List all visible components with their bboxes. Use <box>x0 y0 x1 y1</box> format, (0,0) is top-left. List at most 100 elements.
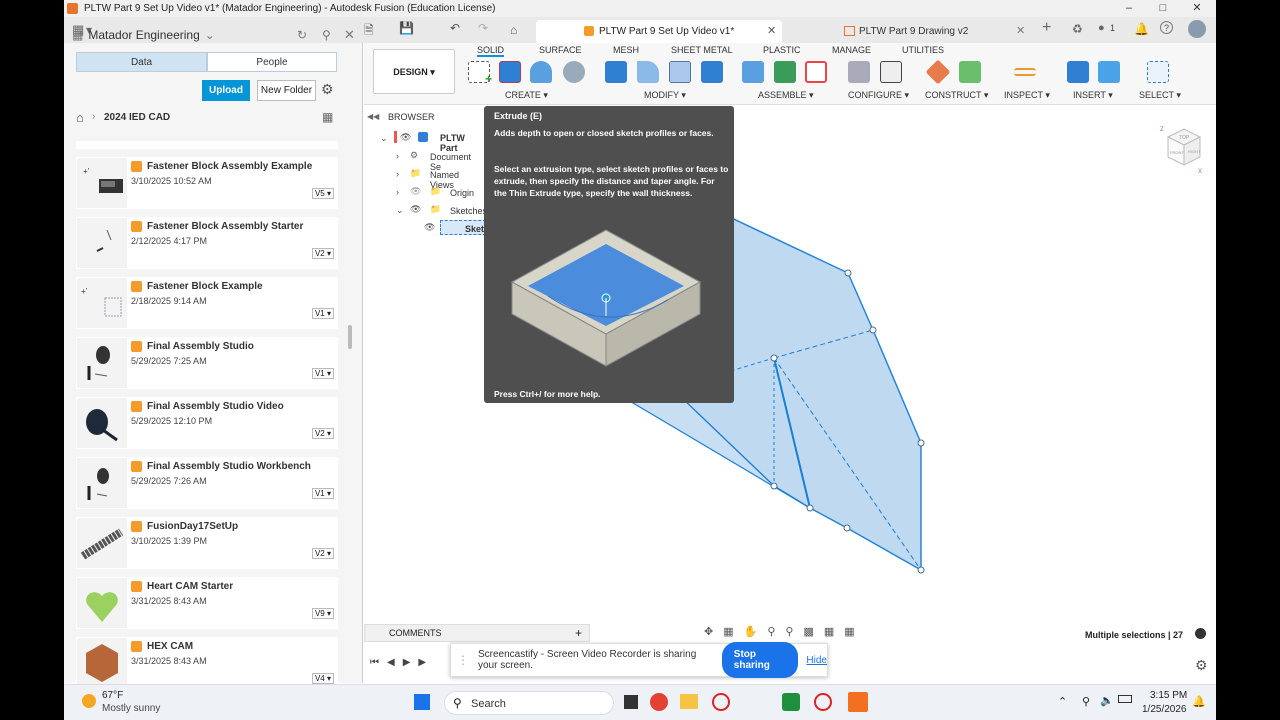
chamfer-icon[interactable] <box>669 61 691 83</box>
view-cube-icon[interactable]: TOP FRONT RIGHT Z X <box>1160 125 1204 175</box>
network-icon[interactable]: ▦ <box>322 110 333 124</box>
redo-icon[interactable]: ↷ <box>478 21 488 35</box>
extrude-icon[interactable] <box>499 61 521 83</box>
taskbar-search[interactable]: ⚲ Search <box>444 691 614 715</box>
feedback-icon[interactable] <box>1195 628 1206 639</box>
search-icon[interactable]: ⚲ <box>322 28 331 42</box>
timeline-play-icon[interactable]: ▶ <box>403 657 411 673</box>
zoom-window-icon[interactable]: ⚲ <box>785 625 793 641</box>
version-badge[interactable]: V2 ▾ <box>311 548 334 559</box>
as-built-joint-icon[interactable] <box>805 61 827 83</box>
windows-start-icon[interactable] <box>414 694 430 710</box>
configure-menu[interactable]: CONFIGURE ▾ <box>848 90 909 101</box>
home-icon[interactable]: ⌂ <box>510 23 517 37</box>
task-view-icon[interactable] <box>624 695 638 709</box>
tab-people[interactable]: People <box>207 52 337 72</box>
team-selector[interactable]: ▦ Matador Engineering ⌄ ↻ ⚲ ✕ <box>72 26 357 43</box>
undo-icon[interactable]: ↶ <box>450 21 460 35</box>
eye-icon[interactable]: 👁 <box>410 204 421 215</box>
browser-item-sketches[interactable]: Sketches <box>450 206 487 216</box>
list-item[interactable]: Heart CAM Starter 3/31/2025 8:43 AM V9 ▾ <box>76 577 338 629</box>
tab-utilities[interactable]: UTILITIES <box>902 45 944 55</box>
tab-mesh[interactable]: MESH <box>613 45 639 55</box>
measure-icon[interactable] <box>1014 68 1036 76</box>
fusion-taskbar-icon[interactable] <box>848 692 868 712</box>
zoom-icon[interactable]: ⚲ <box>767 625 775 641</box>
select-menu[interactable]: SELECT ▾ <box>1139 90 1181 101</box>
tray-chevron-icon[interactable]: ⌃ <box>1058 695 1067 708</box>
eye-icon[interactable]: 👁 <box>400 132 411 143</box>
grid-icon[interactable]: ▦ <box>824 625 834 641</box>
list-item[interactable]: Fastener Block Assembly Starter 2/12/2025… <box>76 217 338 269</box>
version-badge[interactable]: V1 ▾ <box>311 308 334 319</box>
fillet-icon[interactable] <box>637 61 659 83</box>
maximize-button[interactable]: □ <box>1146 0 1180 17</box>
joint-icon[interactable] <box>774 61 796 83</box>
timeline-settings-gear-icon[interactable]: ⚙ <box>1195 657 1208 674</box>
stop-sharing-button[interactable]: Stop sharing <box>721 642 799 678</box>
chrome-icon[interactable] <box>650 693 668 711</box>
weather-temp[interactable]: 67°F <box>102 690 123 701</box>
workspace-switcher[interactable]: DESIGN ▾ <box>373 49 455 94</box>
browser-item-origin[interactable]: Origin <box>450 188 474 198</box>
refresh-icon[interactable]: ↻ <box>297 28 307 42</box>
version-badge[interactable]: V2 ▾ <box>311 428 334 439</box>
timeline-back-icon[interactable]: ◀ <box>387 657 395 673</box>
list-item-partial[interactable] <box>76 141 338 149</box>
icnc2-icon[interactable] <box>814 693 832 711</box>
settings-gear-icon[interactable]: ⚙ <box>321 81 334 98</box>
midplane-icon[interactable] <box>959 61 981 83</box>
list-item[interactable]: FusionDay17SetUp 3/10/2025 1:39 PM V2 ▾ <box>76 517 338 569</box>
hole-icon[interactable] <box>563 61 585 83</box>
eye-icon[interactable]: 👁 <box>424 222 435 233</box>
revolve-icon[interactable] <box>530 61 552 83</box>
modify-menu[interactable]: MODIFY ▾ <box>644 90 686 101</box>
wifi-icon[interactable]: ⚲ <box>1082 695 1090 708</box>
new-folder-button[interactable]: New Folder <box>257 80 316 101</box>
inspect-menu[interactable]: INSPECT ▾ <box>1004 90 1050 101</box>
create-menu[interactable]: CREATE ▾ <box>505 90 548 101</box>
offset-plane-icon[interactable] <box>925 59 951 85</box>
construct-menu[interactable]: CONSTRUCT ▾ <box>925 90 988 101</box>
hide-link[interactable]: Hide <box>806 655 827 666</box>
view-cube[interactable]: TOP FRONT RIGHT Z X <box>1160 125 1202 175</box>
assemble-menu[interactable]: ASSEMBLE ▾ <box>758 90 814 101</box>
list-item[interactable]: Final Assembly Studio 5/29/2025 7:25 AM V1… <box>76 337 338 389</box>
shell-icon[interactable] <box>701 61 723 83</box>
chevron-right-icon[interactable]: › <box>396 187 399 197</box>
volume-icon[interactable]: 🔈 <box>1100 694 1114 707</box>
collapse-icon[interactable]: ◀◀ <box>367 112 379 121</box>
extensions-icon[interactable]: ♻ <box>1072 22 1083 36</box>
browser-item-document-settings[interactable]: Document Se <box>430 152 484 172</box>
clock-time[interactable]: 3:15 PM <box>1150 690 1187 701</box>
chevron-down-icon[interactable]: ⌄ <box>396 205 404 216</box>
chevron-down-icon[interactable]: ⌄ <box>380 133 388 144</box>
tab-plastic[interactable]: PLASTIC <box>763 45 801 55</box>
file-menu-icon[interactable]: 🗎 <box>364 21 374 42</box>
file-explorer-icon[interactable] <box>680 694 698 709</box>
new-component-icon[interactable] <box>742 61 764 83</box>
list-item[interactable]: Final Assembly Studio Video 5/29/2025 12:… <box>76 397 338 449</box>
home-icon[interactable]: ⌂ <box>76 110 84 125</box>
browser-root[interactable]: PLTW Part <box>440 133 484 153</box>
version-badge[interactable]: V5 ▾ <box>311 188 334 199</box>
tab-solid[interactable]: SOLID <box>477 45 505 57</box>
list-item[interactable]: +’ Fastener Block Example 2/18/2025 9:14 A… <box>76 277 338 329</box>
icnc-icon[interactable] <box>712 693 730 711</box>
new-tab-icon[interactable]: + <box>1042 19 1051 37</box>
user-avatar[interactable] <box>1188 20 1206 38</box>
version-badge[interactable]: V4 ▾ <box>311 673 334 684</box>
list-item[interactable]: HEX CAM 3/31/2025 8:43 AM V4 ▾ <box>76 637 338 689</box>
tab-manage[interactable]: MANAGE <box>832 45 871 55</box>
list-item[interactable]: Final Assembly Studio Workbench 5/29/2025… <box>76 457 338 509</box>
table-icon[interactable] <box>880 61 902 83</box>
look-at-icon[interactable]: ▦ <box>723 625 733 641</box>
weather-text[interactable]: Mostly sunny <box>102 703 160 714</box>
job-status-icon[interactable]: ● <box>1098 22 1105 34</box>
eye-hidden-icon[interactable]: 👁 <box>410 186 421 197</box>
chevron-right-icon[interactable]: › <box>396 151 399 161</box>
scrollbar[interactable] <box>348 325 352 349</box>
drag-handle-icon[interactable]: ⋮ <box>457 653 469 667</box>
tab-active-document[interactable]: PLTW Part 9 Set Up Video v1* ✕ <box>536 20 782 43</box>
timeline-forward-icon[interactable]: ▶ <box>418 657 426 673</box>
